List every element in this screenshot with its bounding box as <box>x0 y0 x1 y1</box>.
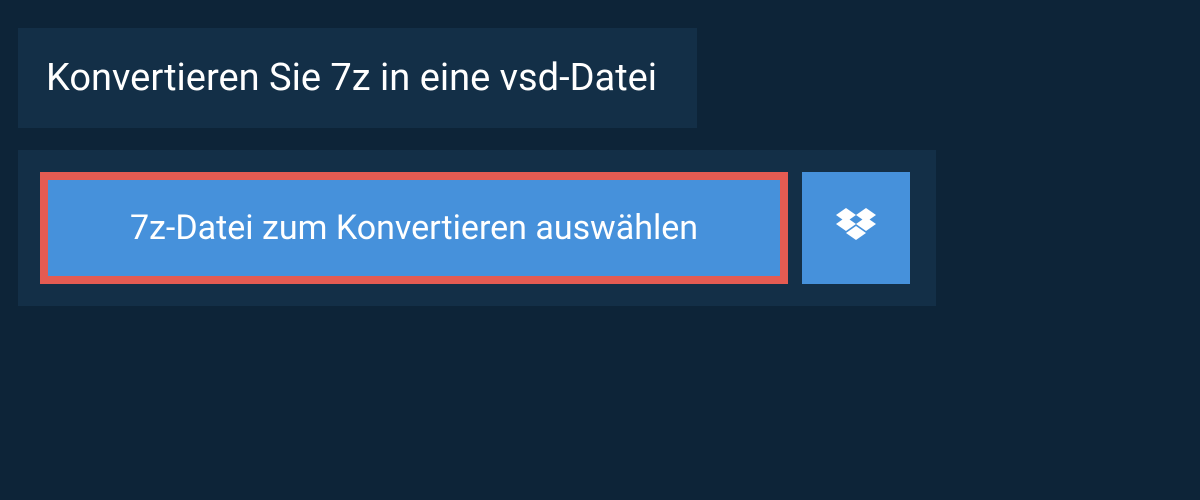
page-title: Konvertieren Sie 7z in eine vsd-Datei <box>46 56 657 100</box>
dropbox-icon <box>836 208 876 248</box>
file-select-panel: 7z-Datei zum Konvertieren auswählen <box>18 150 936 306</box>
dropbox-button[interactable] <box>802 172 910 284</box>
select-file-button-label: 7z-Datei zum Konvertieren auswählen <box>130 208 698 248</box>
title-bar: Konvertieren Sie 7z in eine vsd-Datei <box>18 28 697 128</box>
select-file-button[interactable]: 7z-Datei zum Konvertieren auswählen <box>40 172 788 284</box>
